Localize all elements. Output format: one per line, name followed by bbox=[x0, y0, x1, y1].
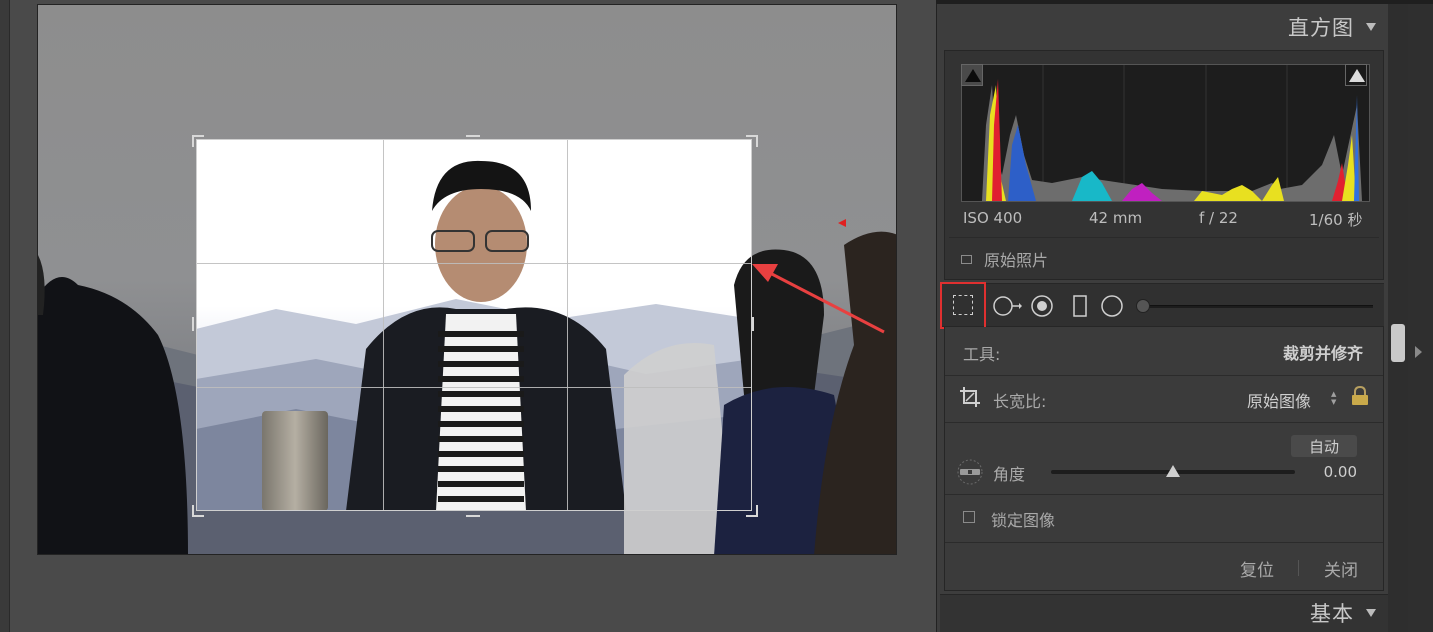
collapse-panel-icon[interactable] bbox=[1415, 346, 1422, 358]
tool-value: 裁剪并修齐 bbox=[1282, 344, 1363, 363]
basic-collapse-icon[interactable] bbox=[1366, 609, 1376, 617]
angle-label: 角度 bbox=[993, 465, 1026, 484]
angle-value[interactable]: 0.00 bbox=[1324, 463, 1357, 481]
histogram-divider bbox=[949, 237, 1379, 238]
lock-image-checkbox[interactable] bbox=[963, 511, 975, 523]
crop-tool-row: 工具: 裁剪并修齐 bbox=[945, 327, 1383, 375]
highlight-clipping-toggle[interactable] bbox=[1345, 64, 1367, 86]
work-area bbox=[0, 0, 936, 632]
crop-handle-bottom-left[interactable] bbox=[192, 505, 204, 517]
tool-strip bbox=[940, 283, 1384, 327]
shadow-clipping-toggle[interactable] bbox=[961, 64, 983, 86]
left-panel-edge[interactable] bbox=[0, 0, 10, 632]
histogram-graph bbox=[982, 65, 1362, 201]
photo-canvas[interactable] bbox=[37, 4, 897, 555]
radial-filter-icon[interactable] bbox=[1100, 294, 1124, 318]
reset-button[interactable]: 复位 bbox=[1240, 556, 1274, 581]
right-panel-edge[interactable] bbox=[1408, 4, 1433, 632]
original-photo-checkbox[interactable] bbox=[961, 254, 972, 264]
histogram-panel: ISO 400 42 mm f / 22 1/60 秒 原始照片 bbox=[944, 50, 1384, 280]
angle-slider-handle[interactable] bbox=[1166, 465, 1180, 477]
aspect-ratio-select[interactable]: 原始图像 bbox=[1247, 388, 1311, 412]
auto-straighten-button[interactable]: 自动 bbox=[1291, 435, 1357, 457]
exif-shutter: 1/60 秒 bbox=[1309, 211, 1363, 229]
crop-handle-left[interactable] bbox=[192, 317, 194, 331]
close-button[interactable]: 关闭 bbox=[1324, 556, 1358, 581]
exif-aperture: f / 22 bbox=[1199, 209, 1238, 227]
histogram-header[interactable]: 直方图 bbox=[946, 6, 1382, 48]
original-photo-toggle[interactable]: 原始照片 bbox=[961, 247, 1048, 271]
crop-handle-top[interactable] bbox=[466, 135, 480, 137]
straighten-level-icon[interactable] bbox=[957, 459, 983, 485]
exif-focal-length: 42 mm bbox=[1089, 209, 1143, 227]
histogram-title: 直方图 bbox=[1288, 16, 1354, 40]
person-left bbox=[38, 255, 188, 554]
basic-header-title-row[interactable]: 基本 bbox=[946, 594, 1382, 632]
crop-grid-overlay[interactable] bbox=[196, 139, 752, 511]
exif-info: ISO 400 42 mm f / 22 1/60 秒 bbox=[961, 209, 1370, 231]
basic-title: 基本 bbox=[1310, 602, 1354, 626]
lock-icon[interactable] bbox=[1351, 386, 1369, 406]
panel-scrollbar[interactable] bbox=[1388, 4, 1408, 632]
panel-scrollbar-thumb[interactable] bbox=[1391, 324, 1405, 362]
select-arrows-icon[interactable]: ▲ ▼ bbox=[1331, 390, 1336, 406]
red-eye-icon[interactable] bbox=[1030, 294, 1054, 318]
graduated-filter-icon[interactable] bbox=[1068, 294, 1092, 318]
original-photo-label: 原始照片 bbox=[984, 251, 1049, 270]
histogram-collapse-icon[interactable] bbox=[1366, 23, 1376, 31]
aspect-row: 长宽比: 原始图像 ▲ ▼ bbox=[945, 376, 1383, 422]
crop-handle-bottom-right[interactable] bbox=[746, 505, 758, 517]
red-marker-icon bbox=[838, 219, 846, 227]
aspect-ratio-label: 长宽比: bbox=[993, 392, 1047, 411]
crop-overlay-icon bbox=[953, 295, 973, 315]
histogram-chart[interactable] bbox=[961, 64, 1370, 202]
crop-tool-button[interactable] bbox=[940, 282, 986, 329]
crop-footer: 复位 关闭 bbox=[944, 552, 1384, 588]
exif-iso: ISO 400 bbox=[963, 209, 1023, 227]
crop-handle-top-left[interactable] bbox=[192, 135, 204, 147]
crop-frame-icon[interactable] bbox=[959, 386, 981, 408]
crop-handle-right[interactable] bbox=[752, 317, 754, 331]
crop-handle-top-right[interactable] bbox=[746, 135, 758, 147]
lock-image-label: 锁定图像 bbox=[991, 511, 1056, 530]
brush-slider-track[interactable] bbox=[1140, 305, 1373, 308]
tool-label: 工具: bbox=[963, 345, 1001, 364]
crop-handle-bottom[interactable] bbox=[466, 515, 480, 517]
adjustment-brush-icon[interactable] bbox=[1136, 299, 1150, 313]
spot-removal-icon[interactable] bbox=[992, 294, 1022, 318]
